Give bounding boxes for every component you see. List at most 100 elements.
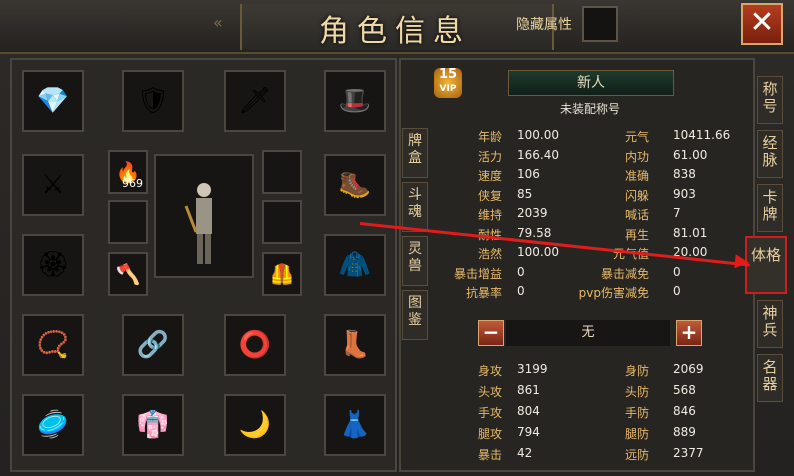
- attribute-label: 暴击增益: [453, 266, 502, 281]
- tab-label: 牌盒: [408, 133, 422, 166]
- vip-label: VIP: [439, 84, 457, 94]
- attribute-label: 头攻: [477, 385, 502, 399]
- attribute-value: 568: [673, 383, 696, 397]
- equip-slot-disc[interactable]: 🥏: [22, 394, 84, 456]
- equip-slot-hat[interactable]: 🎩: [324, 70, 386, 132]
- annotation-arrowhead: [734, 254, 750, 270]
- tab-codex[interactable]: 图鉴: [402, 290, 428, 340]
- tab-famous-item[interactable]: 名器: [757, 354, 783, 402]
- attribute-label: 身防: [624, 364, 649, 378]
- equip-slot-bracer[interactable]: 🗡: [224, 70, 286, 132]
- attribute-label: 身攻: [477, 364, 502, 378]
- equip-slot-empty-3[interactable]: [262, 200, 302, 244]
- equip-slot-blade[interactable]: 🌙: [224, 394, 286, 456]
- attribute-label: 腿防: [624, 427, 649, 441]
- item-count: 969: [122, 177, 143, 190]
- attribute-value: 61.00: [673, 147, 708, 162]
- tab-label: 经脉: [762, 134, 778, 169]
- attribute-label: 内功: [624, 149, 649, 164]
- attribute-value: 166.40: [517, 147, 559, 162]
- equip-slot-necklace[interactable]: 📿: [22, 314, 84, 376]
- attribute-label: 速度: [477, 169, 502, 183]
- blade-icon: 🌙: [238, 410, 272, 440]
- attribute-label: 暴击: [477, 448, 502, 462]
- attribute-value: 7: [673, 206, 681, 220]
- increase-button[interactable]: +: [676, 320, 702, 346]
- tab-meridian[interactable]: 经脉: [757, 130, 783, 178]
- equip-slot-cloak[interactable]: 🧥: [324, 234, 386, 296]
- tab-label: 图鉴: [408, 295, 422, 328]
- attribute-value: 0: [517, 284, 525, 298]
- selector-value: 无: [506, 320, 670, 346]
- attribute-value: 2069: [673, 362, 704, 376]
- attribute-value: 81.01: [673, 225, 708, 240]
- tab-battle-soul[interactable]: 斗魂: [402, 182, 428, 232]
- cloak-icon: 🧥: [338, 250, 372, 280]
- character-model: [154, 154, 254, 278]
- hide-attributes-checkbox[interactable]: [582, 6, 618, 42]
- tab-label: 灵兽: [408, 241, 422, 274]
- attribute-value: 100.00: [517, 245, 559, 259]
- close-button[interactable]: ✕: [741, 3, 783, 45]
- tab-physique[interactable]: 体格: [745, 236, 787, 294]
- attribute-value: 42: [517, 446, 533, 460]
- attribute-label: 元气: [624, 130, 649, 144]
- double-chevron-icon: «: [213, 13, 223, 32]
- emblem-icon: 🏵: [36, 250, 70, 280]
- tab-title[interactable]: 称号: [757, 76, 783, 124]
- attribute-label: 维持: [477, 208, 502, 222]
- attribute-label: 再生: [624, 227, 649, 242]
- attribute-value: 0: [673, 264, 681, 279]
- equip-slot-axe[interactable]: 🪓: [108, 252, 148, 296]
- tab-spirit-beast[interactable]: 灵兽: [402, 236, 428, 286]
- attribute-label: pvp伤害减免: [578, 286, 649, 300]
- spear-icon: ⚔: [41, 170, 65, 200]
- equip-slot-gem[interactable]: 💎: [22, 70, 84, 132]
- attribute-value: 2377: [673, 446, 704, 460]
- attribute-value: 804: [517, 404, 540, 418]
- tab-divine-weapon[interactable]: 神兵: [757, 300, 783, 348]
- tab-card[interactable]: 卡牌: [757, 184, 783, 232]
- attribute-label: 浩然: [477, 247, 502, 261]
- equip-slot-robe[interactable]: 👘: [122, 394, 184, 456]
- robe-icon: 👘: [136, 410, 170, 440]
- equip-slot-armor[interactable]: 🛡: [122, 70, 184, 132]
- gem-icon: 💎: [36, 86, 70, 116]
- attribute-value: 889: [673, 425, 696, 439]
- tab-label: 体格: [750, 246, 781, 264]
- tab-label: 神兵: [762, 304, 778, 339]
- tab-card-box[interactable]: 牌盒: [402, 128, 428, 178]
- attribute-value: 106: [517, 167, 540, 181]
- tab-label: 斗魂: [408, 187, 422, 220]
- equip-slot-empty-1[interactable]: [108, 200, 148, 244]
- attribute-label: 远防: [624, 448, 649, 462]
- tab-label: 名器: [762, 358, 778, 393]
- decrease-button[interactable]: −: [478, 320, 504, 346]
- equip-slot-emblem[interactable]: 🏵: [22, 234, 84, 296]
- equip-slot-pendant[interactable]: 🔗: [122, 314, 184, 376]
- equip-slot-empty-2[interactable]: [262, 150, 302, 194]
- equip-slot-weapon[interactable]: ⚔: [22, 154, 84, 216]
- character-figure-icon: [184, 183, 212, 264]
- attribute-label: 头防: [624, 385, 649, 399]
- boots-icon: 👢: [338, 330, 372, 360]
- hide-attributes-label: 隐藏属性: [516, 17, 572, 33]
- equip-slot-ring[interactable]: ⭕: [224, 314, 286, 376]
- attribute-label: 活力: [477, 149, 502, 164]
- leg-guard-icon: 🥾: [338, 170, 372, 200]
- bracer-icon: 🗡: [238, 86, 272, 116]
- equip-slot-boots[interactable]: 👢: [324, 314, 386, 376]
- equip-slot-small-armor[interactable]: 🦺: [262, 252, 302, 296]
- attribute-label: 抗暴率: [465, 286, 502, 300]
- attribute-value: 10411.66: [673, 128, 731, 142]
- equip-slot-leg-guard[interactable]: 🥾: [324, 154, 386, 216]
- equip-slot-torch[interactable]: 🔥 969: [108, 150, 148, 194]
- equip-slot-costume[interactable]: 👗: [324, 394, 386, 456]
- small-armor-icon: 🦺: [269, 262, 295, 286]
- attribute-value: 79.58: [517, 225, 552, 240]
- attribute-value: 100.00: [517, 128, 559, 142]
- attribute-label: 准确: [624, 169, 649, 183]
- tab-label: 卡牌: [762, 188, 778, 223]
- hat-icon: 🎩: [338, 86, 372, 116]
- costume-icon: 👗: [338, 410, 372, 440]
